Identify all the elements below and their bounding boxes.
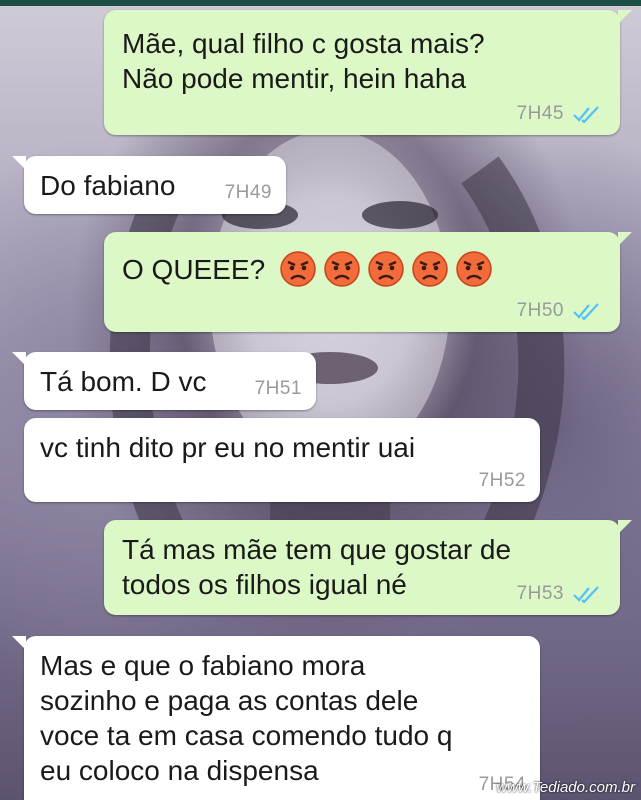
incoming-message-bubble[interactable]: Do fabiano 7H49 xyxy=(12,156,286,214)
message-time: 7H45 xyxy=(516,103,564,124)
outgoing-message-bubble[interactable]: Mãe, qual filho c gosta mais? Não pode m… xyxy=(104,10,632,135)
incoming-message-bubble[interactable]: Mas e que o fabiano mora sozinho e paga … xyxy=(12,636,540,800)
angry-face-emoji xyxy=(368,251,404,287)
message-text: Do fabiano xyxy=(40,170,176,201)
message-time: 7H51 xyxy=(254,378,302,399)
message-time: 7H50 xyxy=(516,300,564,321)
message-time: 7H49 xyxy=(224,182,272,203)
message-text: Tá mas mãe tem que gostar de todos os fi… xyxy=(122,534,512,600)
message-text: Mas e que o fabiano mora sozinho e paga … xyxy=(40,650,453,786)
message-text: O QUEEE? xyxy=(122,253,266,285)
message-text: Tá bom. D vc xyxy=(40,366,207,397)
watermark-text: www.Tediado.com.br xyxy=(496,779,635,796)
angry-face-emoji xyxy=(456,251,492,287)
chat-screen: Mãe, qual filho c gosta mais? Não pode m… xyxy=(0,0,641,800)
outgoing-message-bubble[interactable]: O QUEEE? 7H50 xyxy=(104,232,632,332)
message-text: vc tinh dito pr eu no mentir uai xyxy=(40,432,416,463)
message-text: Mãe, qual filho c gosta mais? Não pode m… xyxy=(122,28,485,94)
message-time: 7H52 xyxy=(478,470,526,491)
emoji-row xyxy=(279,250,493,288)
angry-face-emoji xyxy=(280,251,316,287)
double-check-icon xyxy=(573,303,599,320)
double-check-icon xyxy=(573,586,599,603)
double-check-icon xyxy=(573,106,599,123)
angry-face-emoji xyxy=(412,251,448,287)
message-time: 7H53 xyxy=(516,583,564,604)
incoming-message-bubble[interactable]: vc tinh dito pr eu no mentir uai 7H52 xyxy=(24,418,540,502)
angry-face-emoji xyxy=(324,251,360,287)
incoming-message-bubble[interactable]: Tá bom. D vc 7H51 xyxy=(12,352,316,410)
outgoing-message-bubble[interactable]: Tá mas mãe tem que gostar de todos os fi… xyxy=(104,520,632,615)
